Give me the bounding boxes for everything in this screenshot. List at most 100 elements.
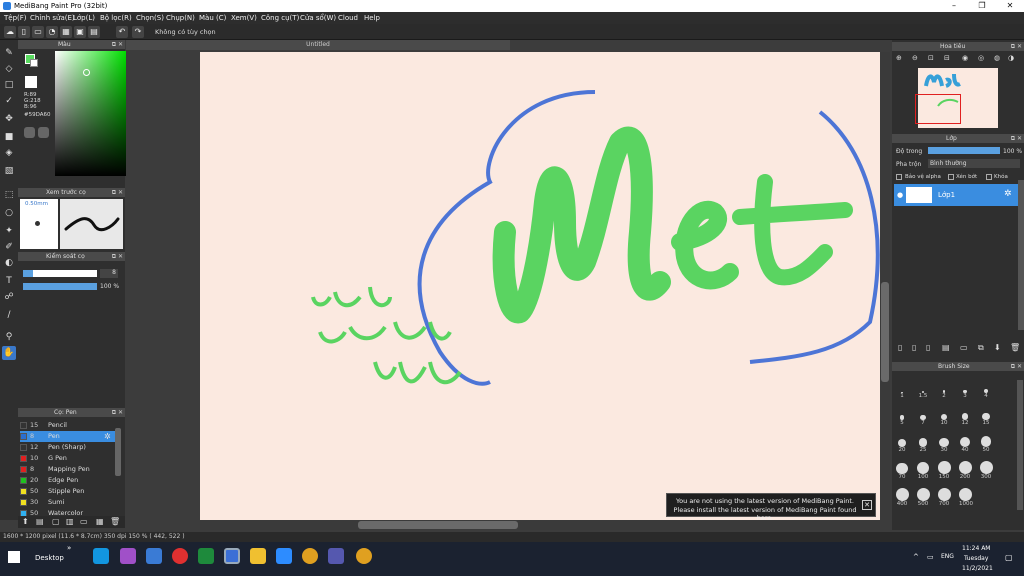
brush-tool-icon[interactable]: ✎ [2, 46, 16, 60]
eraser-tool-icon[interactable]: ◇ [2, 62, 16, 76]
new-file-icon[interactable]: ▯ [18, 26, 30, 38]
brush-size-option[interactable]: 50 [980, 434, 992, 453]
brush-size-option[interactable]: 500 [917, 488, 930, 507]
cloud-icon[interactable]: ☁ [4, 26, 16, 38]
brush-size-option[interactable]: 70 [896, 461, 908, 480]
blend-mode-select[interactable]: Bình thường [928, 159, 1020, 168]
comment-icon[interactable]: ▭ [32, 26, 44, 38]
brush-size-option[interactable]: 7 [917, 407, 929, 426]
vertical-scroll-thumb[interactable] [881, 282, 889, 382]
brush-size-option[interactable]: 1000 [959, 488, 973, 507]
copy-brush-icon[interactable]: ▥ [66, 517, 74, 526]
reset-rotate-icon[interactable]: ◍ [994, 54, 1000, 62]
layer-folder-icon[interactable]: ▭ [960, 343, 968, 352]
panel-close-icon[interactable]: ⧉ ✕ [112, 188, 123, 197]
move-tool-icon[interactable]: ✥ [2, 112, 16, 126]
brush-size-scrollbar[interactable] [1017, 380, 1023, 510]
duplicate-layer-icon[interactable]: ⧉ [978, 343, 984, 353]
brush-opacity-slider[interactable] [23, 283, 97, 290]
notice-close-icon[interactable]: ✕ [862, 500, 872, 510]
brush-size-option[interactable]: 25 [917, 434, 929, 453]
pen-item[interactable]: 20 Edge Pen [20, 475, 118, 486]
new-halftone-layer-icon[interactable]: ▯ [912, 343, 916, 352]
select-pen-icon[interactable]: ✐ [2, 240, 16, 254]
menu-view[interactable]: Xem(V) [231, 14, 257, 22]
crop-icon[interactable]: ▣ [74, 26, 86, 38]
windows-start-icon[interactable] [8, 551, 20, 563]
speech-icon[interactable]: ◔ [46, 26, 58, 38]
skype-icon[interactable] [93, 548, 109, 564]
pen-item[interactable]: 8 Pen ✲ [20, 431, 118, 442]
brush-size-option[interactable]: 200 [959, 461, 972, 480]
panel-close-icon[interactable]: ⧉ ✕ [112, 40, 123, 49]
menu-cloud[interactable]: Cloud [338, 14, 358, 22]
navigator-viewport[interactable] [915, 94, 961, 124]
spreadsheet-icon[interactable] [198, 548, 214, 564]
menu-edit[interactable]: Chỉnh sửa(E) [30, 14, 75, 22]
zoom-app-icon[interactable] [276, 548, 292, 564]
input-language[interactable]: ENG [941, 553, 954, 560]
eyedropper-icon[interactable]: ⚲ [2, 330, 16, 344]
layer-row[interactable]: ● Lớp1 ✲ [894, 184, 1018, 206]
delete-layer-icon[interactable]: 🗑 [1010, 343, 1020, 352]
maximize-icon[interactable]: ❐ [968, 0, 996, 12]
menu-layer[interactable]: Lớp(L) [73, 14, 95, 22]
add-layer-menu-icon[interactable]: ▤ [942, 343, 950, 352]
undo-icon[interactable]: ↶ [116, 26, 128, 38]
brush-size-input[interactable]: 8 [100, 269, 118, 278]
chrome-icon-2[interactable] [356, 548, 372, 564]
rotate-left-icon[interactable]: ◉ [962, 54, 968, 62]
hand-tool-icon[interactable]: ✋ [2, 346, 16, 360]
brush-settings-icon[interactable]: ▤ [36, 517, 44, 526]
zoom-in-icon[interactable]: ⊕ [896, 54, 902, 62]
lasso-tool-icon[interactable]: ○ [2, 206, 16, 220]
layers-scrollbar[interactable] [1018, 180, 1024, 330]
menu-capture[interactable]: Chụp(N) [166, 14, 195, 22]
new-1bit-layer-icon[interactable]: ▯ [926, 343, 930, 352]
brush-size-option[interactable]: 300 [980, 461, 993, 480]
bucket-tool-icon[interactable]: ◈ [2, 146, 16, 160]
palette-icon[interactable] [24, 127, 35, 138]
brush-size-option[interactable]: 40 [959, 434, 971, 453]
delete-brush-icon[interactable]: 🗑 [110, 517, 120, 526]
eye-icon[interactable]: ● [897, 191, 903, 199]
divide-tool-icon[interactable]: ∕ [2, 308, 16, 322]
brush-size-option[interactable]: 1.5 [917, 380, 929, 399]
pen-tool-icon[interactable]: ✓ [2, 94, 16, 108]
pen-item[interactable]: 8 Mapping Pen [20, 464, 118, 475]
pen-item[interactable]: 50 Stipple Pen [20, 486, 118, 497]
menu-filter[interactable]: Bộ lọc(R) [100, 14, 132, 22]
brush-size-option[interactable]: 15 [980, 407, 992, 426]
brush-size-option[interactable]: 3 [959, 380, 971, 399]
photos-icon[interactable] [146, 548, 162, 564]
brush-size-slider[interactable] [23, 270, 97, 277]
navigator-thumbnail[interactable] [915, 68, 998, 128]
transparent-swatch[interactable] [25, 76, 37, 88]
network-icon[interactable]: ▭ [927, 553, 934, 561]
pen-item[interactable]: 12 Pen (Sharp) [20, 442, 118, 453]
deselect-icon[interactable]: ▦ [60, 26, 72, 38]
lock-checkbox[interactable] [986, 174, 992, 180]
vertical-scrollbar[interactable] [880, 52, 890, 520]
panel-close-icon[interactable]: ⧉ ✕ [1011, 134, 1022, 143]
pen-settings-gear-icon[interactable]: ✲ [104, 431, 111, 442]
new-layer-icon[interactable]: ▯ [898, 343, 902, 352]
close-icon[interactable]: ✕ [996, 0, 1024, 12]
magic-wand-icon[interactable]: ✦ [2, 224, 16, 238]
pen-item[interactable]: 30 Sumi [20, 497, 118, 508]
clipping-checkbox[interactable] [948, 174, 954, 180]
panel-close-icon[interactable]: ⧉ ✕ [1011, 362, 1022, 371]
medibang-taskbar-icon[interactable] [224, 548, 240, 564]
brush-size-option[interactable]: 30 [938, 434, 950, 453]
duplicate-brush-icon[interactable]: ▢ [52, 517, 60, 526]
brush-size-option[interactable]: 100 [917, 461, 929, 480]
pen-item[interactable]: 10 G Pen [20, 453, 118, 464]
drawing-canvas[interactable] [200, 52, 880, 520]
operation-tool-icon[interactable]: ☍ [2, 290, 16, 304]
rotate-right-icon[interactable]: ◎ [978, 54, 984, 62]
teams-icon[interactable] [328, 548, 344, 564]
rect-tool-icon[interactable]: □ [2, 78, 16, 92]
layer-opacity-slider[interactable] [928, 147, 1000, 154]
desktop-label[interactable]: Desktop [35, 554, 64, 562]
fill-select-icon[interactable]: ◐ [2, 256, 16, 270]
